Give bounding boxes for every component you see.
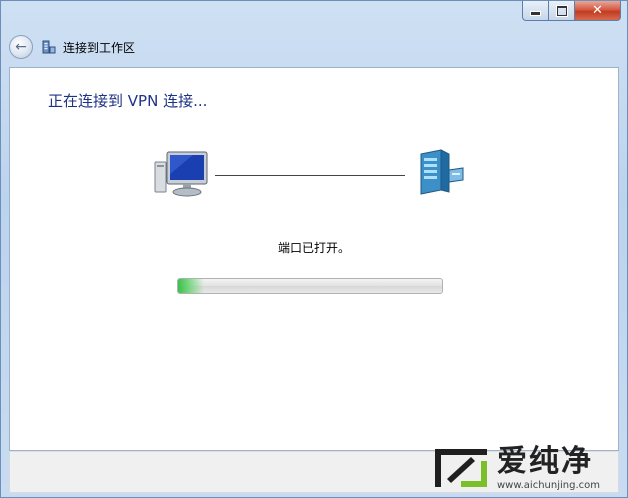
dialog-window: ✕ ← 连接到工作区 正在连接到 VPN 连接... 端口已打开。 爱纯净 ww… xyxy=(0,0,628,498)
workplace-network-icon xyxy=(42,40,56,54)
window-title: 连接到工作区 xyxy=(63,40,136,55)
watermark-logo-icon xyxy=(435,449,487,487)
progress-bar xyxy=(177,278,443,294)
minimize-icon xyxy=(530,11,541,16)
maximize-button[interactable] xyxy=(549,1,575,21)
computer-icon xyxy=(154,151,208,197)
back-arrow-icon: ← xyxy=(15,39,27,55)
nav-bar: ← 连接到工作区 xyxy=(9,33,135,61)
watermark-url: www.aichunjing.com xyxy=(497,480,600,491)
progress-fill xyxy=(178,279,205,293)
back-button[interactable]: ← xyxy=(9,35,33,59)
close-button[interactable]: ✕ xyxy=(575,1,621,21)
watermark-text: 爱纯净 www.aichunjing.com xyxy=(497,444,600,492)
page-heading: 正在连接到 VPN 连接... xyxy=(48,92,208,110)
watermark-title: 爱纯净 xyxy=(497,444,593,479)
content-panel: 正在连接到 VPN 连接... 端口已打开。 xyxy=(9,67,619,451)
maximize-icon xyxy=(556,5,567,16)
server-icon xyxy=(420,149,464,195)
status-text: 端口已打开。 xyxy=(277,241,350,255)
connection-line xyxy=(215,175,405,176)
minimize-button[interactable] xyxy=(522,1,549,21)
close-icon: ✕ xyxy=(592,3,603,18)
window-controls: ✕ xyxy=(522,1,621,21)
watermark: 爱纯净 www.aichunjing.com xyxy=(431,439,627,497)
